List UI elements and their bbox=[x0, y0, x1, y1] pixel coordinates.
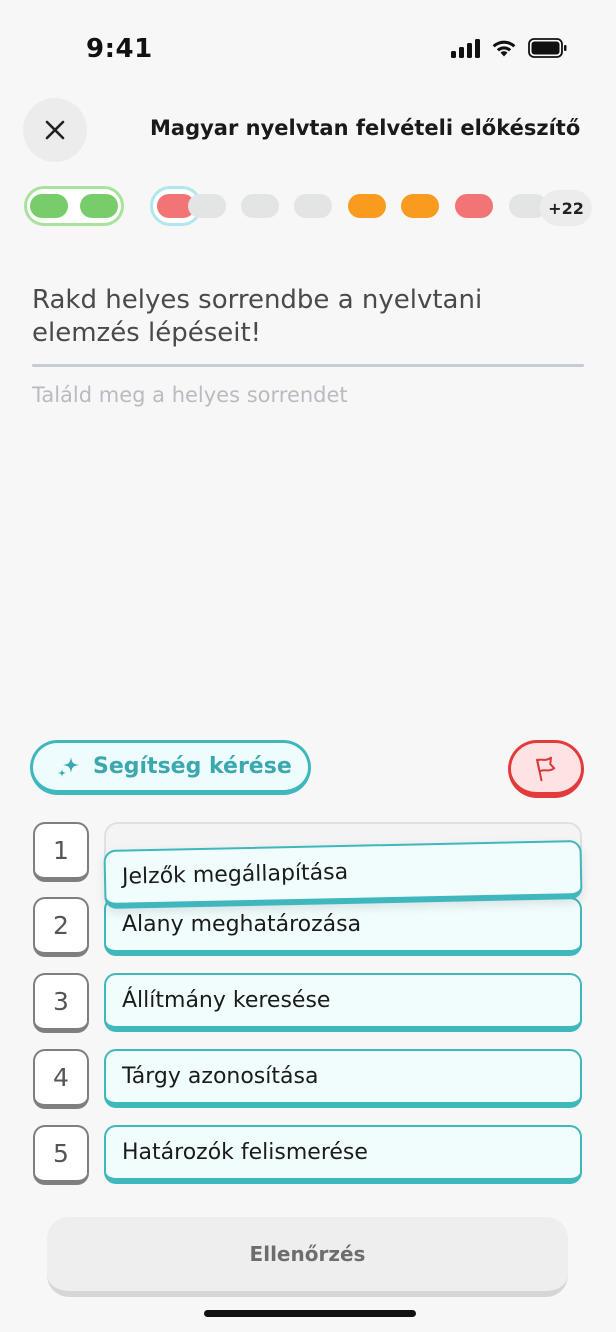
sortable-item[interactable]: Állítmány keresése bbox=[104, 973, 582, 1032]
ask-help-label: Segítség kérése bbox=[93, 754, 292, 779]
position-number: 2 bbox=[33, 897, 89, 957]
close-icon bbox=[45, 120, 65, 140]
battery-icon bbox=[528, 38, 567, 58]
progress-bar: +22 bbox=[24, 186, 594, 226]
position-number: 1 bbox=[33, 822, 89, 882]
status-bar: 9:41 bbox=[0, 0, 616, 100]
sortable-item-dragging[interactable]: Jelzők megállapítása bbox=[103, 840, 583, 909]
sortable-item[interactable]: Határozók felismerése bbox=[104, 1125, 582, 1184]
progress-segment-pending bbox=[188, 194, 226, 218]
sparkle-icon bbox=[58, 756, 79, 777]
position-number: 5 bbox=[33, 1125, 89, 1185]
close-button[interactable] bbox=[23, 98, 87, 162]
question-divider bbox=[32, 364, 584, 367]
instruction-hint: Találd meg a helyes sorrendet bbox=[32, 383, 348, 407]
lesson-title: Magyar nyelvtan felvételi előkészítő bbox=[150, 116, 581, 140]
progress-segment-partial bbox=[348, 194, 386, 218]
progress-segment-pending bbox=[241, 194, 279, 218]
progress-segment-correct bbox=[30, 194, 68, 218]
status-icons bbox=[451, 38, 568, 58]
home-indicator bbox=[204, 1310, 416, 1317]
progress-segment-wrong bbox=[455, 194, 493, 218]
position-number: 3 bbox=[33, 973, 89, 1033]
ask-help-button[interactable]: Segítség kérése bbox=[30, 740, 311, 795]
sortable-item[interactable]: Tárgy azonosítása bbox=[104, 1049, 582, 1108]
progress-segment-partial bbox=[401, 194, 439, 218]
status-time: 9:41 bbox=[86, 34, 153, 64]
more-segments-badge: +22 bbox=[540, 190, 592, 226]
question-prompt: Rakd helyes sorrendbe a nyelvtani elemzé… bbox=[32, 285, 483, 348]
flag-icon bbox=[536, 756, 556, 781]
check-button[interactable]: Ellenőrzés bbox=[47, 1217, 568, 1297]
progress-segment-correct bbox=[80, 194, 118, 218]
wifi-icon bbox=[492, 40, 516, 57]
progress-segment-pending bbox=[294, 194, 332, 218]
cellular-signal-icon bbox=[451, 38, 480, 58]
position-number: 4 bbox=[33, 1049, 89, 1109]
report-flag-button[interactable] bbox=[508, 740, 584, 798]
